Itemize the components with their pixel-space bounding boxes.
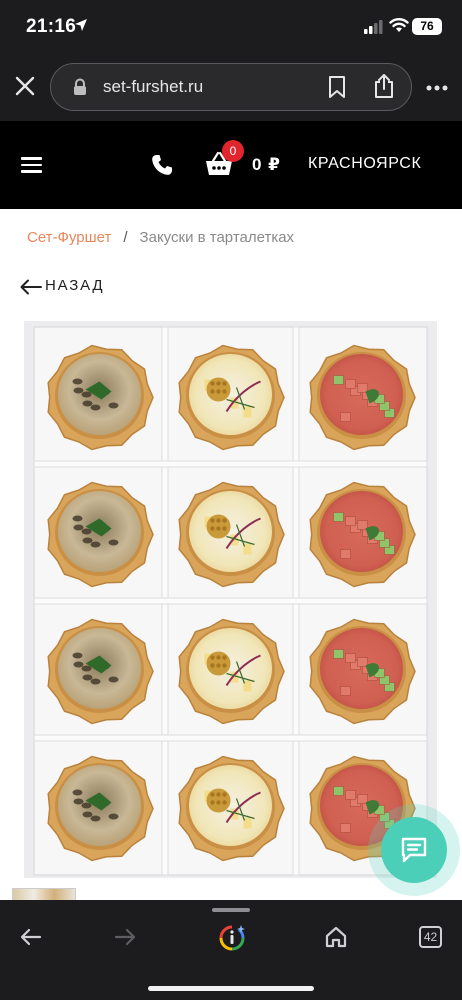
more-options-icon[interactable]	[426, 85, 448, 91]
status-bar: 21:16 76	[0, 0, 462, 55]
lock-icon	[74, 78, 86, 95]
bookmark-icon[interactable]	[327, 75, 347, 99]
address-field[interactable]: set-furshet.ru	[50, 63, 412, 111]
location-arrow-icon	[75, 19, 87, 31]
breadcrumb-separator: /	[123, 229, 128, 246]
breadcrumb: Сет-Фуршет / Закуски в тарталетках	[27, 229, 294, 246]
close-icon[interactable]	[14, 75, 36, 97]
city-selector[interactable]: КРАСНОЯРСК	[308, 155, 421, 173]
cart-count-badge: 0	[222, 140, 244, 162]
url-text: set-furshet.ru	[103, 77, 204, 96]
home-indicator	[148, 986, 314, 991]
chat-button[interactable]	[381, 817, 447, 883]
arrow-left-icon	[20, 279, 42, 295]
phone-icon[interactable]	[150, 153, 174, 177]
menu-icon[interactable]	[21, 157, 42, 173]
assistant-icon[interactable]	[218, 924, 246, 952]
status-time: 21:16	[26, 16, 77, 37]
browser-url-bar: set-furshet.ru	[0, 55, 462, 121]
back-arrow-icon[interactable]	[20, 928, 42, 946]
product-image[interactable]	[24, 321, 437, 878]
site-header: 0 ₽ КРАСНОЯРСК	[0, 121, 462, 209]
tab-count-button[interactable]: 42	[419, 926, 442, 948]
share-icon[interactable]	[373, 73, 395, 99]
cellular-signal-icon	[364, 20, 383, 34]
browser-bottom-bar: 42	[0, 900, 462, 1000]
cart-total[interactable]: 0 ₽	[252, 155, 281, 175]
drag-handle[interactable]	[212, 908, 250, 912]
breadcrumb-current: Закуски в тарталетках	[139, 229, 295, 246]
wifi-icon	[389, 18, 409, 32]
battery-indicator: 76	[412, 18, 442, 35]
chat-icon	[401, 837, 427, 863]
back-label: НАЗАД	[45, 277, 105, 294]
tartlet-box-illustration	[24, 321, 437, 878]
breadcrumb-home-link[interactable]: Сет-Фуршет	[27, 229, 111, 246]
forward-arrow-icon[interactable]	[114, 928, 136, 946]
home-icon[interactable]	[325, 926, 347, 948]
